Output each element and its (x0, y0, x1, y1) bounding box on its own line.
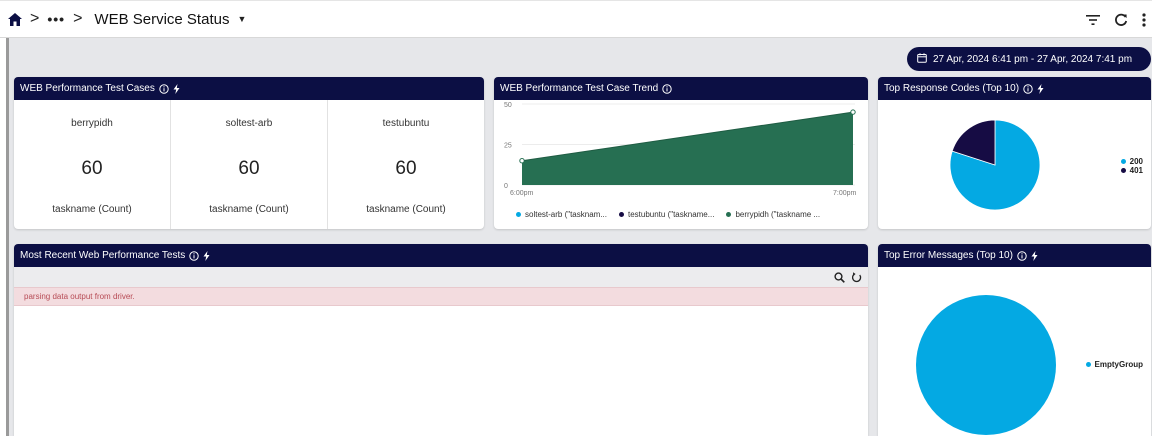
kebab-menu-icon[interactable] (1142, 13, 1146, 27)
test-case-tile[interactable]: berrypidh 60 taskname (Count) (14, 100, 171, 229)
test-case-metric-label: taskname (Count) (209, 204, 289, 215)
test-case-tile[interactable]: testubuntu 60 taskname (Count) (328, 100, 484, 229)
legend-label: testubuntu ("taskname... (627, 210, 715, 219)
table-toolbar (14, 267, 868, 287)
legend-label: 200 (1129, 157, 1143, 166)
panel-error-messages: Top Error Messages (Top 10) EmptyGroup (878, 244, 1151, 436)
legend-item[interactable]: berrypidh ("taskname ... (726, 210, 820, 219)
panel-recent-tests: Most Recent Web Performance Tests parsin… (14, 244, 868, 436)
panel-header: Most Recent Web Performance Tests (14, 244, 868, 267)
trend-legend: soltest-arb ("tasknam... testubuntu ("tas… (516, 210, 820, 219)
trend-chart-area: 0 25 50 6:00pm 7:00pm soltest-arb ("tasknam.… (494, 100, 868, 229)
y-tick-label: 25 (504, 143, 512, 150)
home-icon[interactable] (8, 12, 22, 26)
test-case-name: soltest-arb (225, 118, 273, 129)
legend-item[interactable]: testubuntu ("taskname... (618, 210, 715, 219)
info-icon[interactable] (189, 250, 199, 261)
top-bar: > ••• > WEB Service Status ▼ (0, 0, 1152, 38)
refresh-icon[interactable] (1114, 13, 1128, 27)
test-case-grid: berrypidh 60 taskname (Count) soltest-arb 60… (14, 100, 484, 229)
x-tick-label: 6:00pm (510, 190, 534, 197)
response-codes-pie (949, 119, 1041, 211)
legend-marker (516, 212, 521, 217)
panel-header: WEB Performance Test Cases (14, 77, 484, 100)
pie-slice[interactable] (916, 295, 1056, 435)
legend-label: EmptyGroup (1094, 360, 1143, 369)
test-case-count: 60 (238, 158, 260, 179)
breadcrumb-more[interactable]: ••• (47, 11, 65, 27)
y-tick-label: 50 (504, 102, 512, 109)
panel-test-case-trend: WEB Performance Test Case Trend 0 25 50 6:0… (494, 77, 868, 229)
panel-title: Most Recent Web Performance Tests (20, 250, 186, 261)
info-icon[interactable] (1017, 250, 1027, 261)
caret-down-icon[interactable]: ▼ (237, 14, 246, 24)
test-case-name: testubuntu (382, 118, 430, 129)
legend-marker (1085, 362, 1091, 367)
info-icon[interactable] (159, 83, 169, 94)
test-case-count: 60 (395, 158, 417, 179)
area-series (522, 112, 853, 185)
data-point[interactable] (850, 109, 856, 115)
legend-item[interactable]: EmptyGroup (1085, 360, 1143, 369)
legend-marker (726, 212, 732, 217)
breadcrumb: > ••• > WEB Service Status ▼ (0, 10, 246, 28)
panel-header: Top Error Messages (Top 10) (878, 244, 1151, 267)
search-icon[interactable] (834, 271, 845, 283)
breadcrumb-separator: > (73, 10, 83, 27)
legend-item[interactable]: 200 (1120, 157, 1143, 166)
test-case-tile[interactable]: soltest-arb 60 taskname (Count) (171, 100, 328, 229)
info-icon[interactable] (1023, 83, 1033, 94)
data-point[interactable] (519, 158, 525, 164)
breadcrumb-separator: > (30, 10, 40, 27)
page-title[interactable]: WEB Service Status (94, 11, 229, 28)
lightning-icon[interactable] (173, 83, 180, 94)
dashboard-area: 27 Apr, 2024 6:41 pm - 27 Apr, 2024 7:41… (6, 38, 1152, 436)
panel-title: Top Error Messages (Top 10) (884, 250, 1013, 261)
test-case-metric-label: taskname (Count) (366, 204, 446, 215)
date-range-label: 27 Apr, 2024 6:41 pm - 27 Apr, 2024 7:41… (933, 53, 1133, 65)
lightning-icon[interactable] (1037, 83, 1044, 94)
legend-marker (1120, 159, 1126, 164)
legend-item[interactable]: soltest-arb ("tasknam... (516, 210, 607, 219)
filter-icon[interactable] (1086, 14, 1100, 26)
lightning-icon[interactable] (203, 250, 210, 261)
test-case-metric-label: taskname (Count) (52, 204, 132, 215)
test-case-name: berrypidh (71, 118, 113, 129)
test-case-count: 60 (81, 158, 103, 179)
legend-label: 401 (1129, 166, 1143, 175)
legend-item[interactable]: 401 (1120, 166, 1143, 175)
response-codes-legend: 200 401 (1120, 157, 1143, 175)
panel-response-codes: Top Response Codes (Top 10) 200 401 (878, 77, 1151, 229)
refresh-icon[interactable] (851, 271, 862, 283)
panel-test-cases: WEB Performance Test Cases berrypidh 60 ta… (14, 77, 484, 229)
info-icon[interactable] (662, 83, 672, 94)
panel-header: WEB Performance Test Case Trend (494, 77, 868, 100)
panel-title: WEB Performance Test Cases (20, 83, 155, 94)
legend-label: soltest-arb ("tasknam... (525, 210, 607, 219)
legend-marker (1120, 168, 1126, 173)
error-messages-pie (916, 295, 1056, 435)
calendar-icon (917, 52, 927, 66)
lightning-icon[interactable] (1031, 250, 1038, 261)
x-tick-label: 7:00pm (833, 190, 857, 197)
y-tick-label: 0 (504, 183, 508, 190)
trend-chart: 0 25 50 6:00pm 7:00pm (504, 102, 857, 197)
error-message-row: parsing data output from driver. (14, 287, 868, 306)
legend-marker (618, 212, 624, 217)
date-range-button[interactable]: 27 Apr, 2024 6:41 pm - 27 Apr, 2024 7:41… (907, 47, 1151, 71)
panel-title: Top Response Codes (Top 10) (884, 83, 1020, 94)
panel-header: Top Response Codes (Top 10) (878, 77, 1151, 100)
panel-title: WEB Performance Test Case Trend (500, 83, 659, 94)
legend-label: berrypidh ("taskname ... (735, 210, 821, 219)
